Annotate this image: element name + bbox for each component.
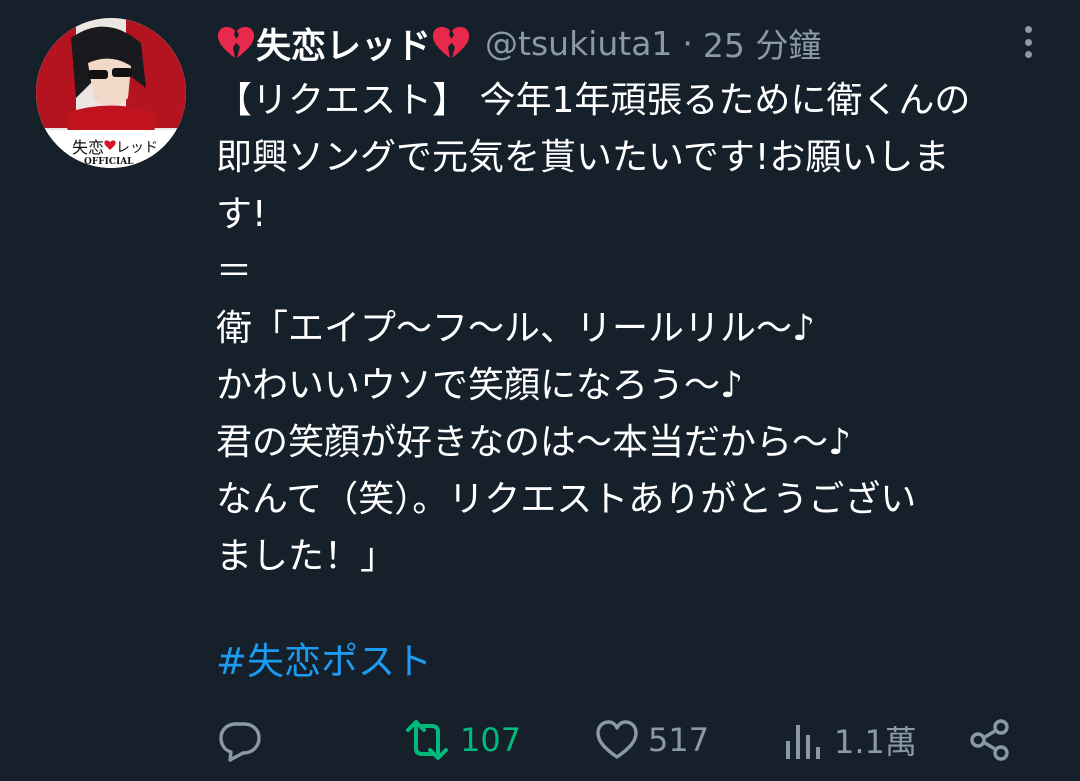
retweet-button[interactable]: 107 <box>402 712 521 768</box>
avatar-text-bottom: レッド <box>116 140 158 156</box>
tweet-text: 【リクエスト】 今年1年頑張るために衛くんの 即興ソングで元気を貰いたいです!お… <box>216 72 1066 585</box>
display-name[interactable]: 失恋レッド <box>216 18 471 69</box>
tweet-line: ました！」 <box>216 536 397 577</box>
like-button[interactable]: 517 <box>594 712 709 768</box>
avatar-text-top: 失恋 <box>72 138 104 157</box>
tweet-line: 即興ソングで元気を貰いたいです!お願いしま <box>216 137 950 178</box>
views-button[interactable]: 1.1萬 <box>782 712 917 768</box>
user-handle[interactable]: @tsukiuta1 <box>485 24 672 63</box>
tweet-line: 衛「エイプ〜フ〜ル、リールリル〜♪ <box>216 308 815 349</box>
more-icon[interactable] <box>1016 22 1040 62</box>
tweet-header: 失恋レッド @tsukiuta1 · 25 分鐘 <box>216 18 1020 69</box>
share-button[interactable] <box>968 712 1012 768</box>
share-icon <box>970 719 1009 761</box>
views-count: 1.1萬 <box>834 723 917 761</box>
tweet-line: なんて（笑）。リクエストありがとうござい <box>216 479 917 520</box>
tweet-line: ＝ <box>216 251 253 292</box>
retweet-icon <box>406 720 448 760</box>
timestamp[interactable]: 25 分鐘 <box>703 19 821 67</box>
avatar[interactable]: 失恋 レッド OFFICIAL <box>36 18 186 168</box>
like-count: 517 <box>648 721 710 759</box>
reply-button[interactable] <box>216 712 272 768</box>
reply-icon <box>219 722 261 762</box>
broken-heart-icon <box>217 26 255 58</box>
tweet-line: す! <box>216 194 267 235</box>
avatar-text-official: OFFICIAL <box>84 157 134 167</box>
tweet-line: 君の笑顔が好きなのは〜本当だから〜♪ <box>216 422 851 463</box>
separator: · <box>682 23 693 63</box>
action-bar: 107 517 1.1萬 <box>216 712 1020 768</box>
retweet-count: 107 <box>460 721 522 759</box>
views-icon <box>786 725 820 759</box>
hashtag-link[interactable]: #失恋ポスト <box>216 631 432 685</box>
tweet-line: 【リクエスト】 今年1年頑張るために衛くんの <box>216 80 971 121</box>
like-icon <box>596 720 638 759</box>
tweet-line: かわいいウソで笑顔になろう〜♪ <box>216 365 743 406</box>
broken-heart-icon <box>432 26 470 58</box>
display-name-text: 失恋レッド <box>256 26 432 67</box>
